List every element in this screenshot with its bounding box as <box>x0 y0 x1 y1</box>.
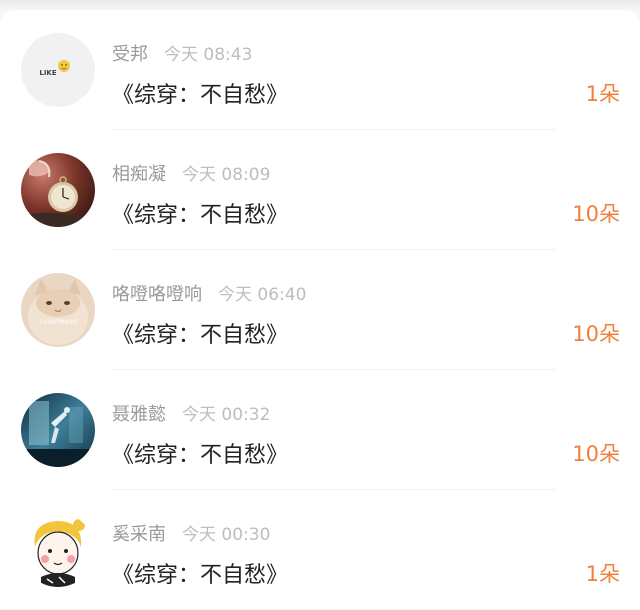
book-title[interactable]: 《综穿：不自愁》 <box>112 437 288 469</box>
timestamp: 今天 06:40 <box>218 285 307 305</box>
gift-list-card: LIKE 受邦 今天 08:43 《综穿：不自愁》 1朵 相痴凝 今天 08:0… <box>0 10 640 609</box>
avatar[interactable] <box>21 153 95 227</box>
avatar[interactable] <box>21 393 95 467</box>
cartoon-girl-avatar <box>21 513 95 587</box>
username[interactable]: 聂雅懿 <box>112 404 166 425</box>
username[interactable]: 奚采南 <box>112 524 166 545</box>
pocket-watch-avatar <box>21 153 95 227</box>
flower-count: 10朵 <box>572 202 620 226</box>
list-item[interactable]: 奚采南 今天 00:30 《综穿：不自愁》 1朵 <box>0 490 640 610</box>
list-item[interactable]: LIKE 受邦 今天 08:43 《综穿：不自愁》 1朵 <box>0 10 640 130</box>
flower-count: 10朵 <box>572 322 620 346</box>
list-item[interactable]: 聂雅懿 今天 00:32 《综穿：不自愁》 10朵 <box>0 370 640 490</box>
top-shadow <box>0 0 640 10</box>
book-title[interactable]: 《综穿：不自愁》 <box>112 557 288 589</box>
like-sticker-text: LIKE <box>39 69 56 77</box>
timestamp: 今天 08:43 <box>164 45 253 65</box>
gift-list: LIKE 受邦 今天 08:43 《综穿：不自愁》 1朵 相痴凝 今天 08:0… <box>0 10 640 610</box>
timestamp: 今天 00:32 <box>182 405 271 425</box>
book-title[interactable]: 《综穿：不自愁》 <box>112 317 288 349</box>
avatar[interactable]: 反正爱情不就都这样 <box>21 273 95 347</box>
like-sticker-avatar: LIKE <box>21 33 95 107</box>
flower-count: 10朵 <box>572 442 620 466</box>
floating-figure-avatar <box>21 393 95 467</box>
book-title[interactable]: 《综穿：不自愁》 <box>112 197 288 229</box>
timestamp: 今天 00:30 <box>182 525 271 545</box>
username[interactable]: 咯噔咯噔响 <box>112 284 202 305</box>
list-item[interactable]: 反正爱情不就都这样 咯噔咯噔响 今天 06:40 《综穿：不自愁》 10朵 <box>0 250 640 370</box>
username[interactable]: 受邦 <box>112 44 148 65</box>
timestamp: 今天 08:09 <box>182 165 271 185</box>
flower-count: 1朵 <box>585 82 620 106</box>
cat-meme-avatar: 反正爱情不就都这样 <box>21 273 95 347</box>
avatar[interactable]: LIKE <box>21 33 95 107</box>
cat-meme-caption: 反正爱情不就都这样 <box>39 318 77 325</box>
avatar[interactable] <box>21 513 95 587</box>
username[interactable]: 相痴凝 <box>112 164 166 185</box>
flower-count: 1朵 <box>585 562 620 586</box>
list-item[interactable]: 相痴凝 今天 08:09 《综穿：不自愁》 10朵 <box>0 130 640 250</box>
book-title[interactable]: 《综穿：不自愁》 <box>112 77 288 109</box>
